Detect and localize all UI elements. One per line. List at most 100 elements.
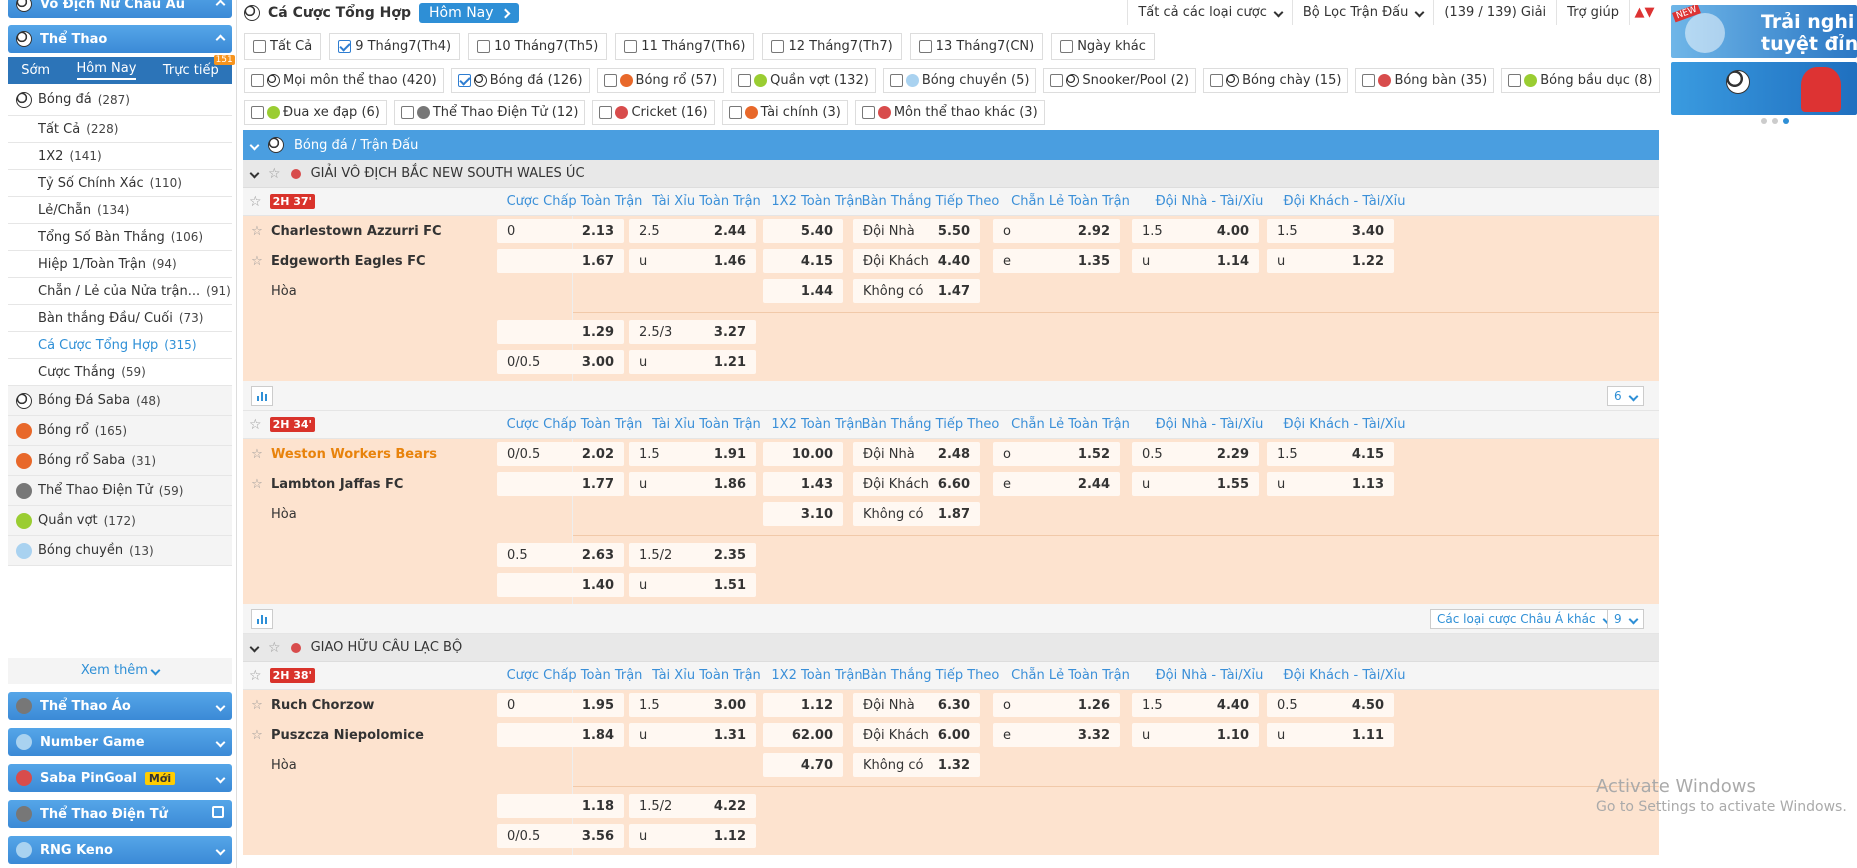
sport-filter-option[interactable]: Quần vợt (132) [731, 68, 876, 93]
odds-cell[interactable]: u 1.55 [1132, 472, 1259, 496]
odds-cell[interactable]: 0.5 2.29 [1132, 442, 1259, 466]
star-icon[interactable]: ☆ [243, 447, 271, 462]
sidebar-item-sport[interactable]: Bóng Đá Saba (48) [8, 386, 232, 416]
odds-cell[interactable]: 0.5 2.63 [497, 543, 624, 567]
odds-cell[interactable]: u 1.10 [1132, 723, 1259, 747]
sidebar-item-top-category[interactable]: Vô Địch Nữ Châu Âu [8, 0, 232, 18]
checkbox[interactable] [889, 74, 903, 87]
odds-cell[interactable]: 1.84 [497, 723, 624, 747]
checkbox[interactable] [599, 106, 613, 119]
odds-cell[interactable]: 1.5 3.40 [1267, 219, 1394, 243]
sidebar-item-sport[interactable]: Thể Thao Điện Tử (59) [8, 476, 232, 506]
odds-cell[interactable]: 0 1.95 [497, 693, 624, 717]
odds-cell[interactable]: Đội Nhà 2.48 [853, 442, 980, 466]
sidebar-bottom-pingoal[interactable]: Saba PinGoal Mới [8, 764, 232, 792]
checkbox[interactable] [1050, 74, 1064, 87]
odds-cell[interactable]: 1.40 [497, 573, 624, 597]
odds-cell[interactable]: 1.5/2 2.35 [629, 543, 756, 567]
odds-cell[interactable]: Không có 1.87 [853, 502, 980, 526]
odds-cell[interactable]: e 3.32 [993, 723, 1120, 747]
odds-cell[interactable]: 1.5 4.40 [1132, 693, 1259, 717]
date-filter-option[interactable]: Ngày khác [1051, 33, 1155, 60]
sport-filter-option[interactable]: Môn thể thao khác (3) [854, 100, 1045, 125]
star-icon[interactable]: ☆ [243, 698, 271, 713]
date-filter-option[interactable]: 11 Tháng7(Th6) [615, 33, 755, 60]
banner-slide-1[interactable]: NEW Trải nghi tuyệt đỉn [1671, 5, 1857, 58]
checkbox[interactable] [738, 74, 752, 87]
odds-cell[interactable]: 1.5 1.91 [629, 442, 756, 466]
checkbox[interactable] [457, 74, 471, 87]
odds-cell[interactable]: o 1.26 [993, 693, 1120, 717]
sort-icon[interactable]: ▲▼ [1629, 0, 1659, 25]
sport-filter-option[interactable]: Snooker/Pool (2) [1043, 68, 1197, 93]
odds-cell[interactable]: u 1.11 [1267, 723, 1394, 747]
sport-filter-option[interactable]: Cricket (16) [592, 100, 715, 125]
sport-filter-option[interactable]: Thể Thao Điện Tử (12) [393, 100, 586, 125]
tab-live[interactable]: Trực tiếp 151 [163, 55, 235, 78]
more-markets-dropdown[interactable]: 6 [1607, 386, 1644, 406]
sidebar-subitem[interactable]: Chẵn / Lẻ của Nửa trận... (91) [8, 278, 232, 305]
sidebar-subitem[interactable]: Bàn thắng Đầu/ Cuối (73) [8, 305, 232, 332]
checkbox[interactable] [251, 106, 264, 119]
odds-cell[interactable]: Đội Nhà 5.50 [853, 219, 980, 243]
odds-cell[interactable]: 2.5 2.44 [629, 219, 756, 243]
odds-cell[interactable]: u 1.22 [1267, 249, 1394, 273]
sidebar-bottom-virtual-sports[interactable]: Thể Thao Áo [8, 692, 232, 720]
star-icon[interactable]: ☆ [249, 194, 262, 210]
sidebar-sports-header[interactable]: Thể Thao [8, 25, 232, 53]
sidebar-bottom-esports[interactable]: Thể Thao Điện Tử [8, 800, 232, 828]
odds-cell[interactable]: 5.40 [763, 219, 843, 243]
stats-chart-icon[interactable] [251, 608, 273, 629]
odds-cell[interactable]: o 2.92 [993, 219, 1120, 243]
odds-cell[interactable]: 0.5 4.50 [1267, 693, 1394, 717]
odds-cell[interactable]: 0/0.5 3.56 [497, 824, 624, 848]
tab-early[interactable]: Sớm [21, 63, 50, 78]
odds-cell[interactable]: Không có 1.32 [853, 753, 980, 777]
other-bets-dropdown[interactable]: Các loại cược Châu Á khác [1430, 609, 1618, 629]
sidebar-bottom-rng-keno[interactable]: RNG Keno [8, 836, 232, 864]
star-icon[interactable]: ☆ [243, 224, 271, 239]
odds-cell[interactable]: 1.18 [497, 794, 624, 818]
league-count-button[interactable]: (139 / 139) Giải [1433, 0, 1556, 25]
odds-cell[interactable]: Đội Khách 6.00 [853, 723, 980, 747]
checkbox[interactable] [251, 74, 264, 87]
odds-cell[interactable]: u 1.31 [629, 723, 756, 747]
odds-cell[interactable]: 3.10 [763, 502, 843, 526]
odds-cell[interactable]: Đội Khách 6.60 [853, 472, 980, 496]
sidebar-bottom-number-game[interactable]: Number Game [8, 728, 232, 756]
odds-cell[interactable]: 4.70 [763, 753, 843, 777]
star-icon[interactable]: ☆ [249, 417, 262, 433]
odds-cell[interactable]: Đội Khách 4.40 [853, 249, 980, 273]
sport-filter-option[interactable]: Bóng rổ (57) [596, 68, 725, 93]
sport-filter-option[interactable]: Bóng bàn (35) [1355, 68, 1495, 93]
stats-chart-icon[interactable] [251, 385, 273, 406]
today-button[interactable]: Hôm Nay [419, 2, 519, 23]
banner-dot[interactable] [1761, 118, 1767, 124]
sidebar-subitem[interactable]: Lẻ/Chẵn (134) [8, 197, 232, 224]
sidebar-subitem[interactable]: Cá Cược Tổng Hợp (315) [8, 332, 232, 359]
checkbox[interactable] [477, 40, 491, 53]
odds-cell[interactable]: u 1.13 [1267, 472, 1394, 496]
checkbox[interactable] [861, 106, 875, 119]
odds-cell[interactable]: 1.5 3.00 [629, 693, 756, 717]
sidebar-subitem[interactable]: Hiệp 1/Toàn Trận (94) [8, 251, 232, 278]
sidebar-subitem[interactable]: Tất Cả (228) [8, 116, 232, 143]
banner-dot-active[interactable] [1783, 118, 1789, 124]
section-header[interactable]: Bóng đá / Trận Đấu [243, 130, 1659, 160]
sport-filter-option[interactable]: Bóng bầu dục (8) [1501, 68, 1660, 93]
odds-cell[interactable]: 4.15 [763, 249, 843, 273]
sidebar-subitem[interactable]: 1X2 (141) [8, 143, 232, 170]
odds-cell[interactable]: o 1.52 [993, 442, 1120, 466]
odds-cell[interactable]: u 1.51 [629, 573, 756, 597]
odds-cell[interactable]: 1.29 [497, 320, 624, 344]
odds-cell[interactable]: 1.67 [497, 249, 624, 273]
odds-cell[interactable]: 10.00 [763, 442, 843, 466]
sport-filter-option[interactable]: Bóng chày (15) [1203, 68, 1349, 93]
help-button[interactable]: Trợ giúp [1556, 0, 1629, 25]
sidebar-item-sport[interactable]: Bóng rổ Saba (31) [8, 446, 232, 476]
date-filter-option[interactable]: 9 Tháng7(Th4) [329, 33, 461, 60]
checkbox[interactable] [624, 40, 638, 53]
banner-slide-2[interactable] [1671, 62, 1857, 115]
star-icon[interactable]: ☆ [268, 640, 281, 656]
sport-filter-option[interactable]: Tài chính (3) [721, 100, 848, 125]
